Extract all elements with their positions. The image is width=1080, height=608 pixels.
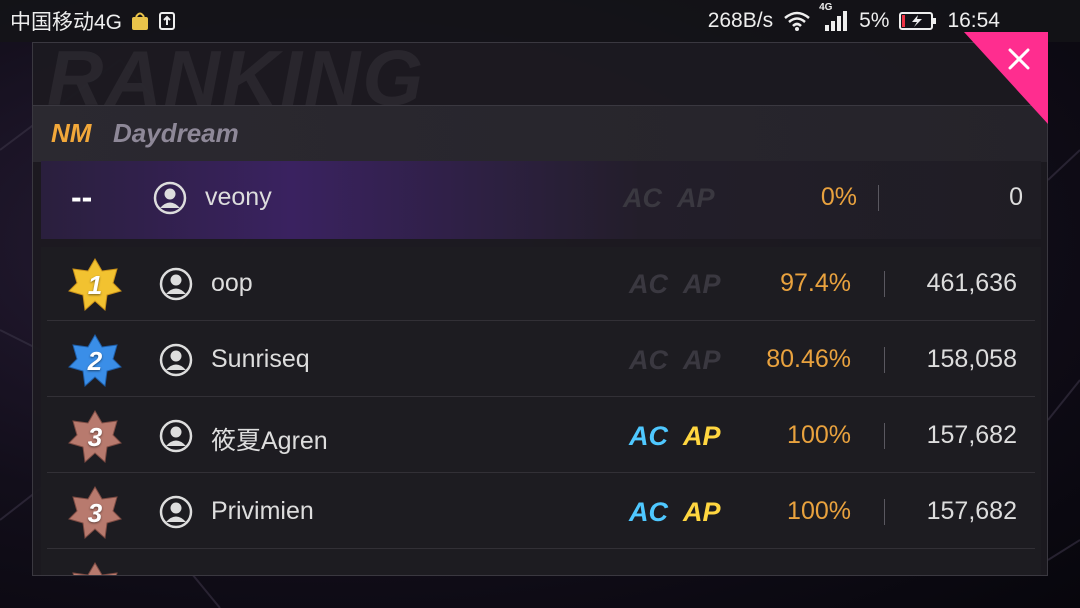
ap-badge: AP	[683, 345, 721, 375]
ap-badge: AP	[683, 497, 721, 527]
player-name: oop	[211, 269, 253, 297]
ranking-row[interactable]: 3 筱夏Agren AC AP 100% 157,682	[47, 399, 1035, 473]
ranking-row-partial[interactable]	[47, 551, 1035, 575]
accuracy: 97.4%	[780, 269, 851, 297]
ac-badge: AC	[629, 345, 668, 375]
clock: 16:54	[947, 9, 1000, 32]
divider	[884, 423, 885, 449]
avatar-icon[interactable]	[159, 267, 193, 301]
battery-percent: 5%	[859, 9, 890, 32]
ac-badge: AC	[623, 183, 662, 213]
ranking-row[interactable]: 1 oop AC AP 97.4% 461,636	[47, 247, 1035, 321]
avatar-icon[interactable]	[159, 419, 193, 453]
carrier-label: 中国移动4G	[10, 11, 123, 34]
rank-number: 2	[87, 345, 103, 376]
ap-badge: AP	[677, 183, 715, 213]
bronze-star-icon	[72, 562, 118, 575]
rank-number: 3	[87, 421, 103, 452]
ranking-list[interactable]: 1 oop AC AP 97.4% 461,636 2 Sunriseq AC …	[41, 247, 1041, 575]
accuracy: 100%	[787, 421, 851, 449]
score: 461,636	[926, 269, 1017, 297]
rank-badge: 2	[67, 333, 123, 389]
status-bar-right: 268B/s 4G 5% 16:54	[707, 2, 1080, 33]
my-rank: --	[71, 179, 93, 215]
avatar-icon[interactable]	[153, 181, 187, 215]
status-bar-left: 中国移动4G	[0, 6, 176, 36]
rank-badge: 3	[67, 409, 123, 465]
ranking-row[interactable]: 3 Privimien AC AP 100% 157,682	[47, 475, 1035, 549]
my-rank-row[interactable]: -- veony AC AP 0% 0	[41, 161, 1041, 239]
score: 0	[1009, 183, 1023, 211]
avatar-icon[interactable]	[159, 495, 193, 529]
rank-badge: 1	[67, 257, 123, 313]
upload-icon	[158, 11, 176, 31]
wifi-icon	[783, 10, 811, 32]
song-title: Daydream	[113, 118, 239, 148]
close-icon[interactable]	[964, 32, 1048, 124]
rank-badge: 3	[67, 485, 123, 541]
score: 158,058	[926, 345, 1017, 373]
player-name: 筱夏Agren	[211, 427, 328, 455]
score: 157,682	[926, 421, 1017, 449]
net-speed: 268B/s	[707, 9, 774, 32]
rank-number: 3	[87, 497, 103, 528]
avatar-icon[interactable]	[159, 343, 193, 377]
accuracy: 0%	[820, 183, 857, 211]
close-button[interactable]	[964, 32, 1048, 124]
ac-badge: AC	[629, 269, 668, 299]
ac-badge: AC	[629, 421, 668, 451]
signal-icon: 4G	[819, 2, 849, 32]
ranking-panel: RANKING NM Daydream -- veony AC AP 0% 0 …	[32, 42, 1048, 576]
score: 157,682	[926, 497, 1017, 525]
rank-badge	[67, 561, 123, 575]
player-name: veony	[205, 183, 272, 211]
song-header: NM Daydream	[33, 105, 1047, 162]
divider	[878, 185, 879, 211]
accuracy: 100%	[787, 497, 851, 525]
divider	[884, 347, 885, 373]
rank-number: 1	[87, 269, 103, 300]
notification-bag-icon	[130, 10, 150, 32]
battery-charging-icon	[899, 11, 937, 31]
player-name: Privimien	[211, 497, 314, 525]
player-name: Sunriseq	[211, 345, 310, 373]
divider	[884, 271, 885, 297]
ap-badge: AP	[683, 421, 721, 451]
divider	[884, 499, 885, 525]
status-bar: 中国移动4G 268B/s 4G 5% 16:54	[0, 0, 1080, 42]
ap-badge: AP	[683, 269, 721, 299]
ranking-row[interactable]: 2 Sunriseq AC AP 80.46% 158,058	[47, 323, 1035, 397]
difficulty-label: NM	[51, 118, 92, 148]
network-type-label: 4G	[819, 2, 833, 13]
ac-badge: AC	[629, 497, 668, 527]
accuracy: 80.46%	[766, 345, 851, 373]
